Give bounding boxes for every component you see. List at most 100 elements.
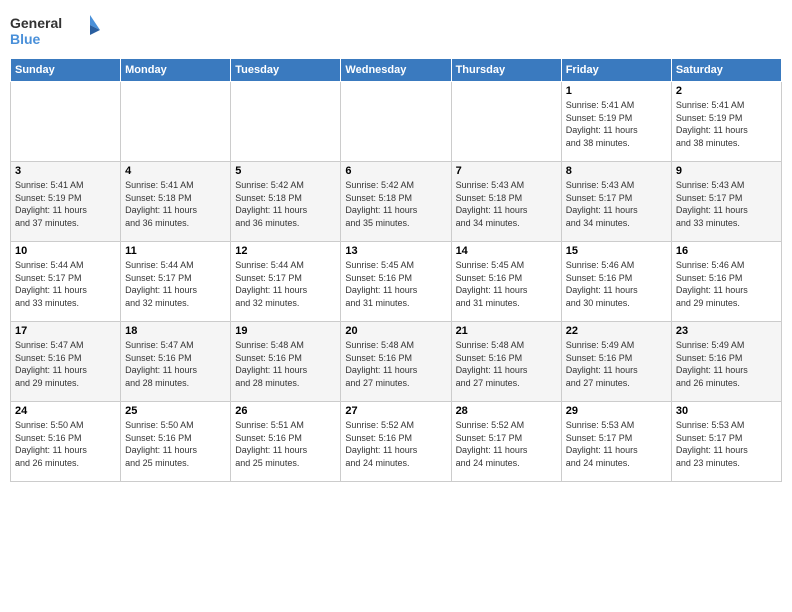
day-info: Sunrise: 5:52 AM Sunset: 5:16 PM Dayligh… bbox=[345, 419, 446, 469]
calendar-cell: 29 Sunrise: 5:53 AM Sunset: 5:17 PM Dayli… bbox=[561, 402, 671, 482]
page: General Blue SundayMondayTuesdayWednesda… bbox=[0, 0, 792, 612]
day-number: 28 bbox=[456, 405, 557, 417]
calendar-cell: 15 Sunrise: 5:46 AM Sunset: 5:16 PM Dayli… bbox=[561, 242, 671, 322]
calendar-cell: 17 Sunrise: 5:47 AM Sunset: 5:16 PM Dayli… bbox=[11, 322, 121, 402]
calendar-cell: 26Sunrise: 5:51 AM Sunset: 5:16 PM Dayli… bbox=[231, 402, 341, 482]
calendar-cell: 19Sunrise: 5:48 AM Sunset: 5:16 PM Dayli… bbox=[231, 322, 341, 402]
day-info: Sunrise: 5:41 AM Sunset: 5:19 PM Dayligh… bbox=[676, 99, 777, 149]
day-info: Sunrise: 5:49 AM Sunset: 5:16 PM Dayligh… bbox=[676, 339, 777, 389]
calendar-cell: 8 Sunrise: 5:43 AM Sunset: 5:17 PM Daylig… bbox=[561, 162, 671, 242]
weekday-header-tuesday: Tuesday bbox=[231, 59, 341, 82]
day-info: Sunrise: 5:44 AM Sunset: 5:17 PM Dayligh… bbox=[235, 259, 336, 309]
week-row-3: 10Sunrise: 5:44 AM Sunset: 5:17 PM Dayli… bbox=[11, 242, 782, 322]
day-info: Sunrise: 5:49 AM Sunset: 5:16 PM Dayligh… bbox=[566, 339, 667, 389]
calendar-cell bbox=[11, 82, 121, 162]
day-info: Sunrise: 5:52 AM Sunset: 5:17 PM Dayligh… bbox=[456, 419, 557, 469]
day-info: Sunrise: 5:53 AM Sunset: 5:17 PM Dayligh… bbox=[676, 419, 777, 469]
weekday-header-saturday: Saturday bbox=[671, 59, 781, 82]
calendar-cell: 25Sunrise: 5:50 AM Sunset: 5:16 PM Dayli… bbox=[121, 402, 231, 482]
day-number: 2 bbox=[676, 85, 777, 97]
day-number: 21 bbox=[456, 325, 557, 337]
calendar-cell: 4 Sunrise: 5:41 AM Sunset: 5:18 PM Daylig… bbox=[121, 162, 231, 242]
day-number: 8 bbox=[566, 165, 667, 177]
day-info: Sunrise: 5:45 AM Sunset: 5:16 PM Dayligh… bbox=[345, 259, 446, 309]
day-number: 9 bbox=[676, 165, 777, 177]
week-row-5: 24 Sunrise: 5:50 AM Sunset: 5:16 PM Dayli… bbox=[11, 402, 782, 482]
day-info: Sunrise: 5:42 AM Sunset: 5:18 PM Dayligh… bbox=[345, 179, 446, 229]
day-number: 24 bbox=[15, 405, 116, 417]
day-number: 7 bbox=[456, 165, 557, 177]
day-info: Sunrise: 5:41 AM Sunset: 5:19 PM Dayligh… bbox=[15, 179, 116, 229]
day-info: Sunrise: 5:43 AM Sunset: 5:18 PM Dayligh… bbox=[456, 179, 557, 229]
day-number: 16 bbox=[676, 245, 777, 257]
svg-text:General: General bbox=[10, 15, 62, 31]
day-info: Sunrise: 5:47 AM Sunset: 5:16 PM Dayligh… bbox=[125, 339, 226, 389]
day-info: Sunrise: 5:53 AM Sunset: 5:17 PM Dayligh… bbox=[566, 419, 667, 469]
calendar-cell: 13Sunrise: 5:45 AM Sunset: 5:16 PM Dayli… bbox=[341, 242, 451, 322]
calendar-cell: 3 Sunrise: 5:41 AM Sunset: 5:19 PM Daylig… bbox=[11, 162, 121, 242]
day-info: Sunrise: 5:50 AM Sunset: 5:16 PM Dayligh… bbox=[15, 419, 116, 469]
calendar-cell bbox=[231, 82, 341, 162]
day-info: Sunrise: 5:41 AM Sunset: 5:18 PM Dayligh… bbox=[125, 179, 226, 229]
calendar-cell: 27 Sunrise: 5:52 AM Sunset: 5:16 PM Dayli… bbox=[341, 402, 451, 482]
day-number: 18 bbox=[125, 325, 226, 337]
day-number: 17 bbox=[15, 325, 116, 337]
logo-svg: General Blue bbox=[10, 10, 100, 50]
calendar-cell: 16 Sunrise: 5:46 AM Sunset: 5:16 PM Dayli… bbox=[671, 242, 781, 322]
day-number: 4 bbox=[125, 165, 226, 177]
calendar-cell: 23 Sunrise: 5:49 AM Sunset: 5:16 PM Dayli… bbox=[671, 322, 781, 402]
day-info: Sunrise: 5:42 AM Sunset: 5:18 PM Dayligh… bbox=[235, 179, 336, 229]
calendar-cell: 30 Sunrise: 5:53 AM Sunset: 5:17 PM Dayli… bbox=[671, 402, 781, 482]
weekday-header-sunday: Sunday bbox=[11, 59, 121, 82]
day-number: 1 bbox=[566, 85, 667, 97]
weekday-header-monday: Monday bbox=[121, 59, 231, 82]
day-info: Sunrise: 5:48 AM Sunset: 5:16 PM Dayligh… bbox=[456, 339, 557, 389]
calendar-cell: 18 Sunrise: 5:47 AM Sunset: 5:16 PM Dayli… bbox=[121, 322, 231, 402]
day-info: Sunrise: 5:44 AM Sunset: 5:17 PM Dayligh… bbox=[15, 259, 116, 309]
calendar-cell bbox=[121, 82, 231, 162]
day-number: 26 bbox=[235, 405, 336, 417]
calendar-cell bbox=[341, 82, 451, 162]
calendar-cell: 9 Sunrise: 5:43 AM Sunset: 5:17 PM Daylig… bbox=[671, 162, 781, 242]
calendar-cell: 12 Sunrise: 5:44 AM Sunset: 5:17 PM Dayli… bbox=[231, 242, 341, 322]
svg-text:Blue: Blue bbox=[10, 31, 41, 47]
day-number: 12 bbox=[235, 245, 336, 257]
day-number: 19 bbox=[235, 325, 336, 337]
calendar-cell: 5 Sunrise: 5:42 AM Sunset: 5:18 PM Daylig… bbox=[231, 162, 341, 242]
day-info: Sunrise: 5:48 AM Sunset: 5:16 PM Dayligh… bbox=[345, 339, 446, 389]
calendar-cell: 11Sunrise: 5:44 AM Sunset: 5:17 PM Dayli… bbox=[121, 242, 231, 322]
day-number: 5 bbox=[235, 165, 336, 177]
day-number: 29 bbox=[566, 405, 667, 417]
week-row-4: 17 Sunrise: 5:47 AM Sunset: 5:16 PM Dayli… bbox=[11, 322, 782, 402]
day-info: Sunrise: 5:44 AM Sunset: 5:17 PM Dayligh… bbox=[125, 259, 226, 309]
week-row-2: 3 Sunrise: 5:41 AM Sunset: 5:19 PM Daylig… bbox=[11, 162, 782, 242]
calendar-cell: 10Sunrise: 5:44 AM Sunset: 5:17 PM Dayli… bbox=[11, 242, 121, 322]
day-info: Sunrise: 5:43 AM Sunset: 5:17 PM Dayligh… bbox=[676, 179, 777, 229]
day-number: 23 bbox=[676, 325, 777, 337]
weekday-header-row: SundayMondayTuesdayWednesdayThursdayFrid… bbox=[11, 59, 782, 82]
day-number: 15 bbox=[566, 245, 667, 257]
calendar-cell: 24 Sunrise: 5:50 AM Sunset: 5:16 PM Dayli… bbox=[11, 402, 121, 482]
weekday-header-friday: Friday bbox=[561, 59, 671, 82]
day-number: 14 bbox=[456, 245, 557, 257]
day-number: 3 bbox=[15, 165, 116, 177]
day-info: Sunrise: 5:45 AM Sunset: 5:16 PM Dayligh… bbox=[456, 259, 557, 309]
weekday-header-wednesday: Wednesday bbox=[341, 59, 451, 82]
day-info: Sunrise: 5:46 AM Sunset: 5:16 PM Dayligh… bbox=[676, 259, 777, 309]
calendar-cell: 28 Sunrise: 5:52 AM Sunset: 5:17 PM Dayli… bbox=[451, 402, 561, 482]
day-info: Sunrise: 5:47 AM Sunset: 5:16 PM Dayligh… bbox=[15, 339, 116, 389]
day-info: Sunrise: 5:46 AM Sunset: 5:16 PM Dayligh… bbox=[566, 259, 667, 309]
calendar-cell: 20 Sunrise: 5:48 AM Sunset: 5:16 PM Dayli… bbox=[341, 322, 451, 402]
day-number: 22 bbox=[566, 325, 667, 337]
day-info: Sunrise: 5:41 AM Sunset: 5:19 PM Dayligh… bbox=[566, 99, 667, 149]
calendar-cell: 7 Sunrise: 5:43 AM Sunset: 5:18 PM Daylig… bbox=[451, 162, 561, 242]
day-number: 20 bbox=[345, 325, 446, 337]
header: General Blue bbox=[10, 10, 782, 50]
day-number: 25 bbox=[125, 405, 226, 417]
day-number: 27 bbox=[345, 405, 446, 417]
calendar-cell: 2 Sunrise: 5:41 AM Sunset: 5:19 PM Daylig… bbox=[671, 82, 781, 162]
calendar-cell: 14 Sunrise: 5:45 AM Sunset: 5:16 PM Dayli… bbox=[451, 242, 561, 322]
day-number: 30 bbox=[676, 405, 777, 417]
day-info: Sunrise: 5:43 AM Sunset: 5:17 PM Dayligh… bbox=[566, 179, 667, 229]
calendar-cell: 22 Sunrise: 5:49 AM Sunset: 5:16 PM Dayli… bbox=[561, 322, 671, 402]
